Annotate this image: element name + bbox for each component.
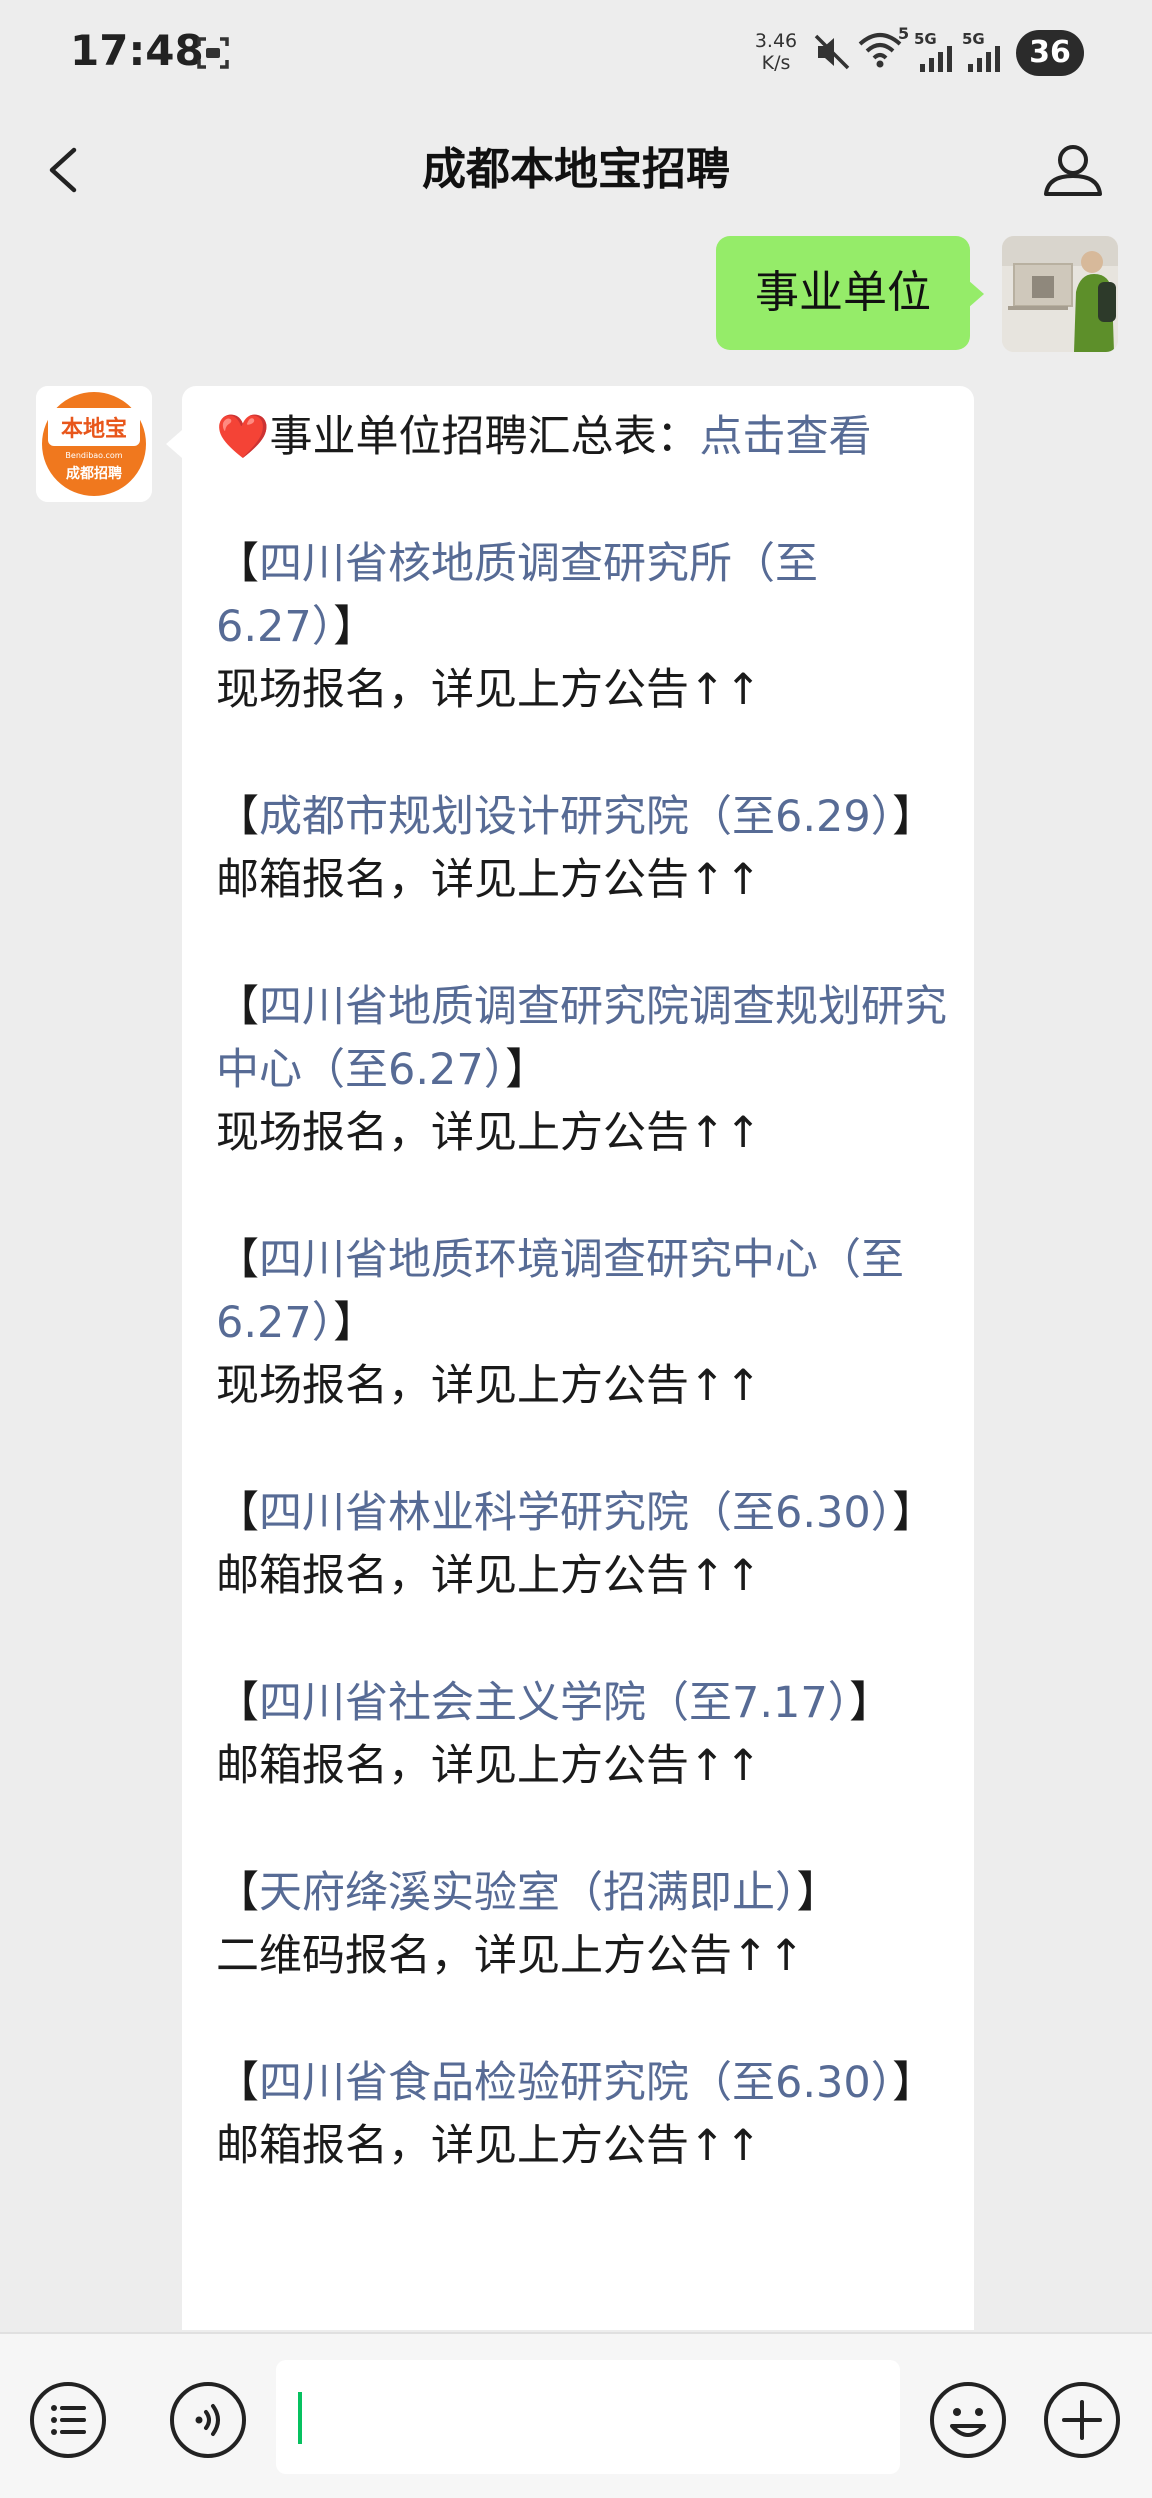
bracket-open: 【 <box>216 1678 259 1728</box>
menu-button[interactable] <box>28 2380 108 2460</box>
status-bar: 17:48 3.46 K/s 5 5G 5G 36 <box>0 0 1152 110</box>
job-title: 【成都市规划设计研究院（至6.29）】 <box>216 786 956 849</box>
bracket-open: 【 <box>216 1868 259 1918</box>
bracket-close: 】 <box>796 1868 840 1918</box>
emoji-icon <box>930 2382 1006 2458</box>
bracket-open: 【 <box>216 539 259 589</box>
received-message-text: ❤️事业单位招聘汇总表：点击查看 【四川省核地质调查研究所（至6.27）】 现场报… <box>216 406 956 2178</box>
voice-icon <box>170 2382 246 2458</box>
job-entry: 【四川省林业科学研究院（至6.30）】邮箱报名，详见上方公告↑↑ <box>216 1482 956 1608</box>
network-speed: 3.46 K/s <box>754 30 798 74</box>
job-link[interactable]: 四川省核地质调查研究所（至6.27） <box>216 539 818 652</box>
bracket-close: 】 <box>333 602 377 652</box>
job-title: 【四川省社会主义学院（至7.17）】 <box>216 1672 956 1735</box>
bracket-close: 】 <box>505 1045 549 1095</box>
my-avatar[interactable] <box>1002 236 1118 352</box>
chat-title: 成都本地宝招聘 <box>422 144 730 195</box>
wifi-icon: 5 <box>858 24 909 74</box>
message-input[interactable] <box>276 2360 900 2474</box>
job-apply-method: 邮箱报名，详见上方公告↑↑ <box>216 1741 762 1791</box>
job-apply-method: 邮箱报名，详见上方公告↑↑ <box>216 855 762 905</box>
back-button[interactable] <box>40 130 100 210</box>
svg-text:成都招聘: 成都招聘 <box>66 465 122 482</box>
bracket-close: 】 <box>849 1678 893 1728</box>
nav-bar: 成都本地宝招聘 <box>0 110 1152 230</box>
job-entry: 【四川省核地质调查研究所（至6.27）】现场报名，详见上方公告↑↑ <box>216 533 956 722</box>
job-link[interactable]: 四川省食品检验研究院（至6.30） <box>259 2058 892 2108</box>
bendibao-logo-icon: 本地宝 Bendibao.com 成都招聘 <box>36 386 152 502</box>
job-link[interactable]: 四川省社会主义学院（至7.17） <box>259 1678 849 1728</box>
job-entry: 【四川省地质环境调查研究中心（至6.27）】现场报名，详见上方公告↑↑ <box>216 1229 956 1418</box>
job-link[interactable]: 成都市规划设计研究院（至6.29） <box>259 792 892 842</box>
job-link[interactable]: 天府绛溪实验室（招满即止） <box>259 1868 797 1918</box>
emoji-button[interactable] <box>928 2380 1008 2460</box>
screen-record-icon <box>196 36 230 70</box>
job-link[interactable]: 四川省地质环境调查研究中心（至6.27） <box>216 1235 904 1348</box>
sent-message-text: 事业单位 <box>755 267 931 318</box>
input-bar <box>0 2332 1152 2498</box>
job-title: 【天府绛溪实验室（招满即止）】 <box>216 1862 956 1925</box>
job-entry: 【四川省食品检验研究院（至6.30）】邮箱报名，详见上方公告↑↑ <box>216 2052 956 2178</box>
bracket-open: 【 <box>216 792 259 842</box>
job-link[interactable]: 四川省地质调查研究院调查规划研究中心（至6.27） <box>216 982 947 1095</box>
view-summary-link[interactable]: 点击查看 <box>700 412 872 462</box>
job-entry: 【成都市规划设计研究院（至6.29）】邮箱报名，详见上方公告↑↑ <box>216 786 956 912</box>
heart-emoji: ❤️ <box>216 412 270 462</box>
job-apply-method: 邮箱报名，详见上方公告↑↑ <box>216 2121 762 2171</box>
plus-button[interactable] <box>1042 2380 1122 2460</box>
signal-icon: 5G <box>914 30 958 74</box>
bracket-close: 】 <box>892 792 936 842</box>
plus-icon <box>1044 2382 1120 2458</box>
bracket-open: 【 <box>216 982 259 1032</box>
voice-button[interactable] <box>168 2380 248 2460</box>
svg-text:Bendibao.com: Bendibao.com <box>65 451 122 460</box>
job-apply-method: 现场报名，详见上方公告↑↑ <box>216 665 762 715</box>
job-link[interactable]: 四川省林业科学研究院（至6.30） <box>259 1488 892 1538</box>
mute-icon <box>812 32 852 76</box>
job-entry: 【天府绛溪实验室（招满即止）】二维码报名，详见上方公告↑↑ <box>216 1862 956 1988</box>
bracket-close: 】 <box>333 1298 377 1348</box>
job-entry: 【四川省地质调查研究院调查规划研究中心（至6.27）】现场报名，详见上方公告↑↑ <box>216 976 956 1165</box>
received-bubble-tail <box>166 430 182 458</box>
avatar-photo <box>1002 236 1118 352</box>
svg-text:本地宝: 本地宝 <box>61 416 127 442</box>
bracket-close: 】 <box>892 2058 936 2108</box>
bracket-close: 】 <box>892 1488 936 1538</box>
job-apply-method: 二维码报名，详见上方公告↑↑ <box>216 1931 805 1981</box>
job-title: 【四川省食品检验研究院（至6.30）】 <box>216 2052 956 2115</box>
profile-button[interactable] <box>1038 130 1108 210</box>
received-message-bubble[interactable]: ❤️事业单位招聘汇总表：点击查看 【四川省核地质调查研究所（至6.27）】 现场报… <box>182 386 974 2330</box>
job-apply-method: 现场报名，详见上方公告↑↑ <box>216 1361 762 1411</box>
status-time: 17:48 <box>70 26 204 75</box>
bracket-open: 【 <box>216 1235 259 1285</box>
bracket-open: 【 <box>216 1488 259 1538</box>
bracket-open: 【 <box>216 2058 259 2108</box>
menu-icon <box>30 2382 106 2458</box>
person-icon <box>1044 145 1102 196</box>
job-title: 【四川省地质环境调查研究中心（至6.27）】 <box>216 1229 956 1355</box>
signal-icon-2: 5G <box>962 30 1006 74</box>
battery-icon: 36 <box>1016 30 1084 76</box>
bot-avatar[interactable]: 本地宝 Bendibao.com 成都招聘 <box>36 386 152 502</box>
job-title: 【四川省核地质调查研究所（至6.27）】 <box>216 533 956 659</box>
job-apply-method: 现场报名，详见上方公告↑↑ <box>216 1108 762 1158</box>
text-caret <box>298 2392 302 2444</box>
sent-message-bubble[interactable]: 事业单位 <box>716 236 970 350</box>
chat-area[interactable]: 事业单位 本地宝 Bendibao.com 成都招聘 ❤️事业单位招聘汇总表：点… <box>0 230 1152 2330</box>
entries-list: 【四川省核地质调查研究所（至6.27）】 现场报名，详见上方公告↑↑ 【成都市规划设… <box>216 533 956 2178</box>
job-entry: 【四川省社会主义学院（至7.17）】邮箱报名，详见上方公告↑↑ <box>216 1672 956 1798</box>
chevron-left-icon <box>49 147 77 193</box>
job-title: 【四川省林业科学研究院（至6.30）】 <box>216 1482 956 1545</box>
reply-header: ❤️事业单位招聘汇总表：点击查看 <box>216 412 872 462</box>
sent-bubble-tail <box>968 280 984 308</box>
job-apply-method: 邮箱报名，详见上方公告↑↑ <box>216 1551 762 1601</box>
job-title: 【四川省地质调查研究院调查规划研究中心（至6.27）】 <box>216 976 956 1102</box>
